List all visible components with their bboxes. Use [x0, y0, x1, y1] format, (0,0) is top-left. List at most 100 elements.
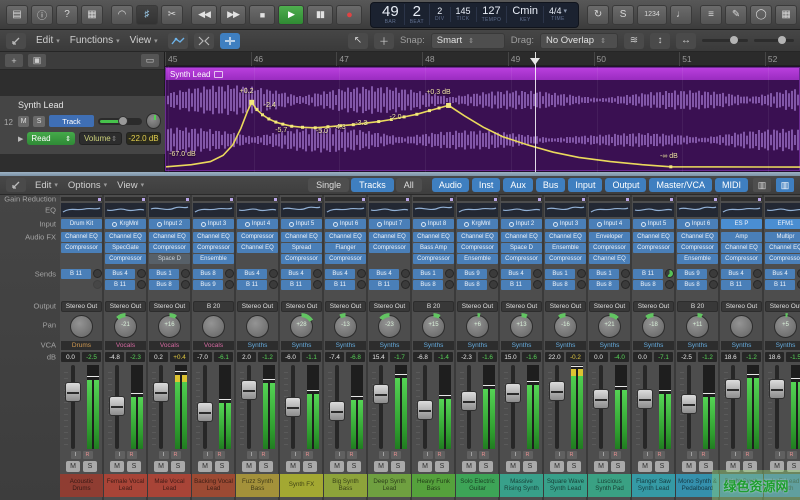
output-slot[interactable]: Stereo Out — [61, 301, 102, 312]
input-monitor-button[interactable]: I — [379, 451, 389, 459]
pointer-tool-icon[interactable]: ↖ — [348, 33, 368, 49]
audio-fx-slot[interactable]: Channel EQ — [237, 243, 278, 253]
lcd-field-tempo[interactable]: 127TEMPO — [477, 6, 508, 23]
audio-fx-slot[interactable]: Channel EQ — [149, 232, 190, 242]
input-slot[interactable]: ES P — [721, 219, 762, 229]
audio-fx-slot[interactable]: Compressor — [105, 254, 146, 264]
send-knob[interactable] — [665, 280, 674, 289]
note-pads-icon[interactable]: ✎ — [725, 5, 747, 25]
vertical-zoom-icon[interactable]: ↕ — [650, 33, 670, 49]
audio-fx-slot[interactable]: Ensemble — [193, 254, 234, 264]
fader-handle[interactable] — [549, 381, 565, 401]
audio-fx-slot[interactable]: Compressor — [325, 254, 366, 264]
send-knob[interactable] — [181, 280, 190, 289]
input-monitor-button[interactable]: I — [467, 451, 477, 459]
strip-mute-button[interactable]: M — [286, 461, 300, 472]
record-enable-button[interactable]: R — [127, 451, 137, 459]
lcd-value-tick[interactable]: 145 — [456, 7, 471, 16]
vca-label[interactable]: Synths — [633, 341, 674, 350]
send-slot[interactable]: B 11 — [281, 280, 311, 290]
audio-fx-slot[interactable]: Compressor — [633, 243, 674, 253]
record-enable-button[interactable]: R — [787, 451, 797, 459]
output-slot[interactable]: Stereo Out — [633, 301, 674, 312]
send-slot[interactable]: Bus 8 — [149, 280, 179, 290]
vca-label[interactable]: Synths — [237, 341, 278, 350]
fader-handle[interactable] — [197, 402, 213, 422]
volume-value[interactable]: -4.8 — [105, 352, 124, 362]
input-monitor-button[interactable]: I — [511, 451, 521, 459]
send-knob[interactable] — [709, 280, 718, 289]
input-slot[interactable]: KrgMnl — [105, 219, 146, 229]
strip-solo-button[interactable]: S — [171, 461, 185, 472]
send-slot[interactable]: B 11 — [369, 280, 399, 290]
send-knob[interactable] — [225, 280, 234, 289]
audio-fx-slot[interactable]: Ensemble — [677, 254, 718, 264]
send-slot[interactable]: B 11 — [633, 269, 663, 279]
audio-fx-slot[interactable]: Channel EQ — [193, 232, 234, 242]
send-slot[interactable]: Bus 8 — [413, 280, 443, 290]
add-track-button[interactable]: + — [5, 54, 23, 67]
audio-fx-slot[interactable]: Compressor — [765, 254, 800, 264]
eq-thumbnail[interactable] — [677, 203, 718, 217]
lcd-field-tick[interactable]: 145TICK — [451, 7, 477, 22]
strip-solo-button[interactable]: S — [83, 461, 97, 472]
send-slot[interactable]: Bus 8 — [633, 280, 663, 290]
vca-label[interactable]: Synths — [457, 341, 498, 350]
audio-fx-slot[interactable]: Spread — [281, 243, 322, 253]
mixer-menu-options[interactable]: Options — [64, 178, 111, 193]
send-knob[interactable] — [533, 280, 542, 289]
send-knob[interactable] — [621, 280, 630, 289]
send-knob[interactable] — [137, 269, 146, 278]
strip-solo-button[interactable]: S — [215, 461, 229, 472]
input-monitor-button[interactable]: I — [423, 451, 433, 459]
send-slot[interactable]: Bus 9 — [193, 280, 223, 290]
vca-label[interactable]: Synths — [765, 341, 800, 350]
record-enable-button[interactable]: R — [83, 451, 93, 459]
input-slot[interactable]: Input 8 — [413, 219, 454, 229]
input-slot[interactable]: Input 6 — [677, 219, 718, 229]
strip-mute-button[interactable]: M — [330, 461, 344, 472]
mixer-view-single[interactable]: Single — [308, 178, 349, 192]
send-slot[interactable]: Bus 4 — [765, 269, 795, 279]
audio-fx-slot[interactable]: Compressor — [457, 243, 498, 253]
audio-fx-slot[interactable]: Compressor — [677, 243, 718, 253]
record-enable-button[interactable]: R — [699, 451, 709, 459]
fader-handle[interactable] — [285, 397, 301, 417]
metronome-icon[interactable]: ♩ — [670, 5, 692, 25]
volume-value[interactable]: 15.0 — [501, 352, 520, 362]
automation-node[interactable] — [267, 117, 270, 120]
send-slot[interactable]: Bus 4 — [369, 269, 399, 279]
audio-fx-slot[interactable]: Channel EQ — [325, 232, 366, 242]
automation-node[interactable] — [281, 123, 284, 126]
track-nameplate[interactable]: Luscious Synth Pad — [588, 474, 631, 497]
send-knob[interactable] — [401, 269, 410, 278]
output-slot[interactable]: Stereo Out — [721, 301, 762, 312]
vca-label[interactable]: Vocals — [193, 341, 234, 350]
volume-value[interactable]: -7.0 — [193, 352, 212, 362]
filter-midi[interactable]: MIDI — [715, 178, 748, 192]
strip-solo-button[interactable]: S — [567, 461, 581, 472]
mixer-menu-edit[interactable]: Edit — [31, 178, 62, 193]
eq-thumbnail[interactable] — [237, 203, 278, 217]
send-knob[interactable] — [93, 269, 102, 278]
mixer-tool-icon[interactable] — [6, 178, 26, 192]
audio-fx-slot[interactable]: Channel EQ — [545, 232, 586, 242]
send-knob[interactable] — [313, 269, 322, 278]
fader-handle[interactable] — [109, 396, 125, 416]
input-slot[interactable]: Input 2 — [501, 219, 542, 229]
input-monitor-button[interactable]: I — [159, 451, 169, 459]
waveform-zoom-icon[interactable]: ≋ — [624, 33, 644, 49]
send-slot[interactable]: Bus 4 — [721, 269, 751, 279]
smart-controls-icon[interactable]: ◠ — [111, 5, 133, 25]
strip-mute-button[interactable]: M — [462, 461, 476, 472]
input-monitor-button[interactable]: I — [247, 451, 257, 459]
strip-mute-button[interactable]: M — [418, 461, 432, 472]
audio-fx-slot[interactable]: Compressor — [149, 243, 190, 253]
vca-label[interactable]: Synths — [369, 341, 410, 350]
strip-solo-button[interactable]: S — [259, 461, 273, 472]
automation-curve[interactable] — [166, 102, 800, 167]
count-in-button[interactable]: 1234 — [637, 5, 667, 25]
filter-output[interactable]: Output — [605, 178, 646, 192]
playhead-handle[interactable] — [530, 58, 540, 65]
vca-label[interactable]: Synths — [325, 341, 366, 350]
